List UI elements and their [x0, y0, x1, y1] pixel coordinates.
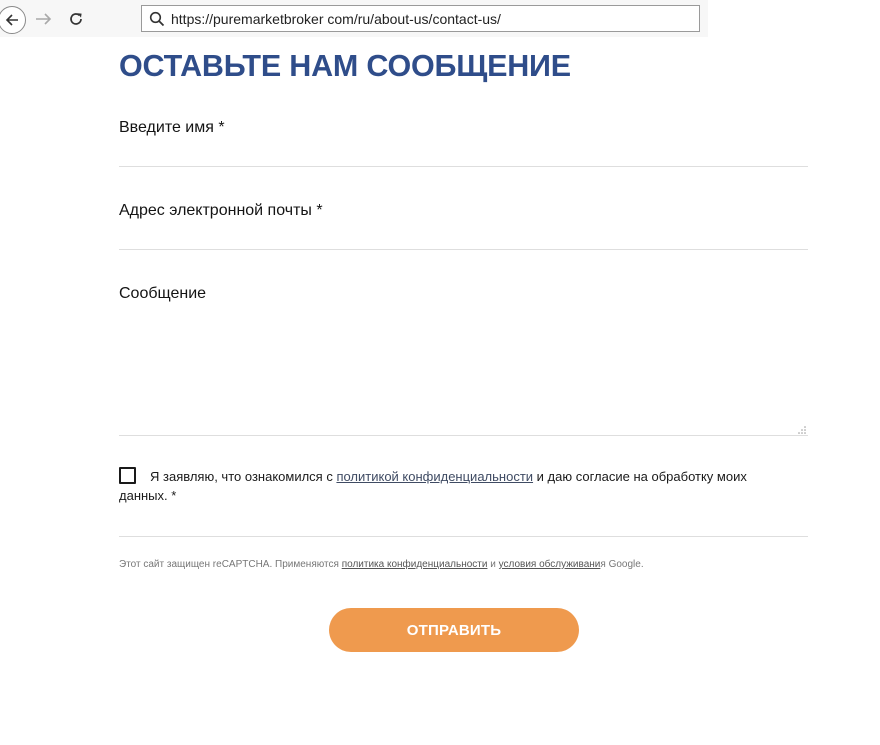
- search-icon: [149, 11, 165, 27]
- consent-text-before: Я заявляю, что ознакомился с: [150, 469, 337, 484]
- message-label: Сообщение: [119, 285, 207, 302]
- arrow-right-icon: [36, 13, 52, 25]
- recaptcha-text-and: и: [487, 559, 499, 570]
- address-bar[interactable]: https://puremarketbroker com/ru/about-us…: [141, 5, 700, 32]
- message-field-underline: [119, 435, 808, 436]
- email-field-underline: [119, 249, 808, 250]
- privacy-policy-link[interactable]: политикой конфиденциальности: [336, 469, 533, 484]
- browser-toolbar: https://puremarketbroker com/ru/about-us…: [0, 0, 708, 37]
- recaptcha-notice: Этот сайт защищен reCAPTCHA. Применяются…: [119, 559, 644, 570]
- consent-divider: [119, 536, 808, 537]
- reload-icon: [70, 13, 82, 25]
- name-field[interactable]: [119, 138, 808, 164]
- page-title: ОСТАВЬТЕ НАМ СООБЩЕНИЕ: [119, 49, 571, 83]
- email-label: Адрес электронной почты *: [119, 202, 323, 219]
- email-field[interactable]: [119, 221, 808, 247]
- arrow-left-icon: [5, 14, 18, 26]
- name-field-underline: [119, 166, 808, 167]
- url-text[interactable]: https://puremarketbroker com/ru/about-us…: [171, 11, 501, 27]
- message-field[interactable]: [119, 305, 808, 433]
- consent-text: Я заявляю, что ознакомился с политикой к…: [119, 467, 779, 505]
- forward-button[interactable]: [31, 6, 57, 32]
- recaptcha-terms-link[interactable]: условия обслуживани: [499, 559, 601, 570]
- submit-button[interactable]: ОТПРАВИТЬ: [329, 608, 579, 652]
- back-button[interactable]: [0, 6, 26, 34]
- recaptcha-privacy-link[interactable]: политика конфиденциальности: [342, 559, 488, 570]
- resize-handle-icon[interactable]: [798, 426, 806, 434]
- name-label: Введите имя *: [119, 119, 225, 136]
- reload-button[interactable]: [63, 6, 89, 32]
- recaptcha-text-after: я Google.: [600, 559, 644, 570]
- recaptcha-text-before: Этот сайт защищен reCAPTCHA. Применяются: [119, 559, 342, 570]
